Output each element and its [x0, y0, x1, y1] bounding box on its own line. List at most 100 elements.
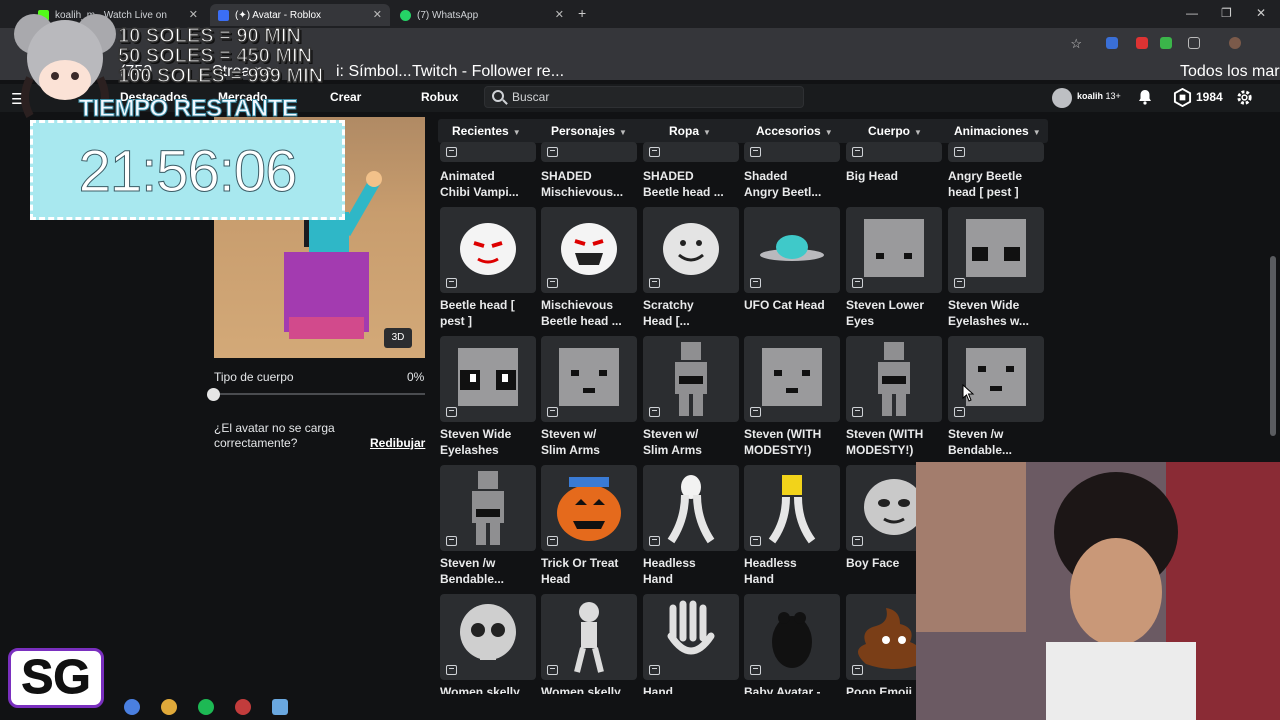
item-name[interactable]: Steven Lower Eyes — [846, 297, 942, 329]
item-card[interactable] — [440, 207, 536, 293]
robux-count[interactable]: 1984 — [1196, 90, 1223, 104]
toggle-3d-button[interactable]: 3D — [384, 328, 412, 348]
item-name[interactable]: Mischievous Beetle head ... — [541, 297, 637, 329]
gear-icon[interactable] — [1235, 88, 1254, 107]
item-card[interactable] — [643, 465, 739, 551]
item-card[interactable] — [744, 465, 840, 551]
item-card[interactable] — [846, 336, 942, 422]
nav-robux[interactable]: Robux — [421, 90, 458, 104]
item-card[interactable] — [541, 465, 637, 551]
close-icon[interactable]: ✕ — [555, 8, 564, 21]
bookmark-star-icon[interactable]: ☆ — [1070, 36, 1082, 52]
app-icon[interactable] — [235, 699, 251, 715]
item-card[interactable] — [744, 336, 840, 422]
item-card[interactable] — [440, 594, 536, 680]
slider-thumb[interactable] — [207, 388, 220, 401]
spotify-icon[interactable] — [198, 699, 214, 715]
tab-accesorios[interactable]: Accesorios ▼ — [756, 124, 833, 138]
item-card[interactable] — [846, 207, 942, 293]
tab-cuerpo[interactable]: Cuerpo ▼ — [868, 124, 922, 138]
item-card[interactable] — [643, 336, 739, 422]
item-name[interactable]: Steven (WITH MODESTY!) — [846, 426, 942, 458]
item-card[interactable] — [948, 142, 1044, 162]
item-name[interactable]: Steven (WITH MODESTY!) — [744, 426, 840, 458]
item-card[interactable] — [948, 336, 1044, 422]
item-card[interactable] — [541, 336, 637, 422]
item-name[interactable]: Beetle head [pest ] — [440, 297, 536, 329]
redraw-link[interactable]: Redibujar — [370, 436, 425, 450]
item-card[interactable] — [541, 594, 637, 680]
item-name-line: Eyelashes w... — [948, 314, 1029, 328]
close-icon[interactable]: ✕ — [373, 8, 382, 21]
tab-animaciones[interactable]: Animaciones ▼ — [954, 124, 1041, 138]
item-name[interactable]: UFO Cat Head — [744, 297, 840, 329]
minimize-button[interactable]: — — [1186, 6, 1198, 20]
item-name[interactable]: Angry Beetle head [ pest ] — [948, 168, 1044, 200]
app-icon[interactable] — [124, 699, 140, 715]
scrollbar[interactable] — [1270, 256, 1276, 436]
tab-ropa[interactable]: Ropa ▼ — [669, 124, 711, 138]
new-tab-button[interactable]: + — [578, 5, 586, 21]
item-name[interactable]: Women skelly — [541, 684, 637, 694]
item-card[interactable] — [440, 336, 536, 422]
tab-roblox[interactable]: (✦) Avatar - Roblox ✕ — [210, 4, 390, 26]
maximize-button[interactable]: ❐ — [1221, 6, 1232, 20]
bell-icon[interactable] — [1137, 89, 1153, 105]
item-name[interactable]: SHADED Beetle head ... — [643, 168, 739, 200]
item-card[interactable] — [846, 142, 942, 162]
item-name-line: Headless — [744, 556, 797, 570]
tab-whatsapp[interactable]: (7) WhatsApp ✕ — [392, 4, 572, 26]
item-tag-icon — [750, 278, 761, 288]
item-name[interactable]: Steven /w Bendable... — [440, 555, 536, 587]
item-name[interactable]: Big Head — [846, 168, 942, 200]
item-name[interactable]: Baby Avatar - — [744, 684, 840, 694]
item-card[interactable] — [643, 142, 739, 162]
avatar[interactable] — [1052, 88, 1072, 108]
extensions-puzzle-icon[interactable] — [1188, 37, 1200, 49]
item-name[interactable]: Steven w/Slim Arms — [541, 426, 637, 458]
item-name[interactable]: Steven Wide Eyelashes w... — [948, 297, 1044, 329]
item-name[interactable]: SHADED Mischievous... — [541, 168, 637, 200]
item-name[interactable]: Steven Wide Eyelashes — [440, 426, 536, 458]
username[interactable]: koalih 13+ — [1077, 91, 1121, 101]
robux-icon[interactable] — [1173, 88, 1192, 107]
item-name[interactable]: Headless Hand — [643, 555, 739, 587]
item-card[interactable] — [440, 142, 536, 162]
item-tag-icon — [852, 665, 863, 675]
app-icon[interactable] — [272, 699, 288, 715]
profile-avatar-icon[interactable] — [1229, 37, 1241, 49]
item-card[interactable] — [541, 142, 637, 162]
extension-icon[interactable] — [1136, 37, 1148, 49]
item-card[interactable] — [643, 207, 739, 293]
item-card[interactable] — [744, 142, 840, 162]
item-name[interactable]: Steven /w Bendable... — [948, 426, 1044, 458]
chrome-icon[interactable] — [161, 699, 177, 715]
all-bookmarks[interactable]: Todos los marcadores — [1180, 63, 1280, 81]
item-name[interactable]: Shaded Angry Beetl... — [744, 168, 840, 200]
item-name[interactable]: Steven w/Slim Arms — [643, 426, 739, 458]
item-card[interactable] — [541, 207, 637, 293]
tab-label: Recientes — [452, 124, 509, 138]
item-card[interactable] — [643, 594, 739, 680]
bookmark-item[interactable]: i: Símbol... — [336, 63, 412, 81]
item-name[interactable]: Headless Hand — [744, 555, 840, 587]
item-card[interactable] — [948, 207, 1044, 293]
item-name[interactable]: Hand — [643, 684, 739, 694]
item-tag-icon — [750, 147, 761, 157]
close-window-button[interactable]: ✕ — [1256, 6, 1266, 20]
item-name[interactable]: Trick Or Treat Head — [541, 555, 637, 587]
item-name[interactable]: Animated Chibi Vampi... — [440, 168, 536, 200]
extension-icon[interactable] — [1160, 37, 1172, 49]
item-name[interactable]: Women skelly — [440, 684, 536, 694]
item-card[interactable] — [744, 207, 840, 293]
body-type-slider[interactable] — [214, 393, 425, 395]
item-card[interactable] — [744, 594, 840, 680]
close-icon[interactable]: ✕ — [189, 8, 198, 21]
item-name-line: Chibi Vampi... — [440, 185, 519, 199]
tab-personajes[interactable]: Personajes ▼ — [551, 124, 627, 138]
item-name[interactable]: Scratchy Head [... — [643, 297, 739, 329]
tab-recientes[interactable]: Recientes ▼ — [452, 124, 521, 144]
item-card[interactable] — [440, 465, 536, 551]
bookmark-item[interactable]: Twitch - Follower re... — [412, 63, 564, 81]
extension-icon[interactable] — [1106, 37, 1118, 49]
